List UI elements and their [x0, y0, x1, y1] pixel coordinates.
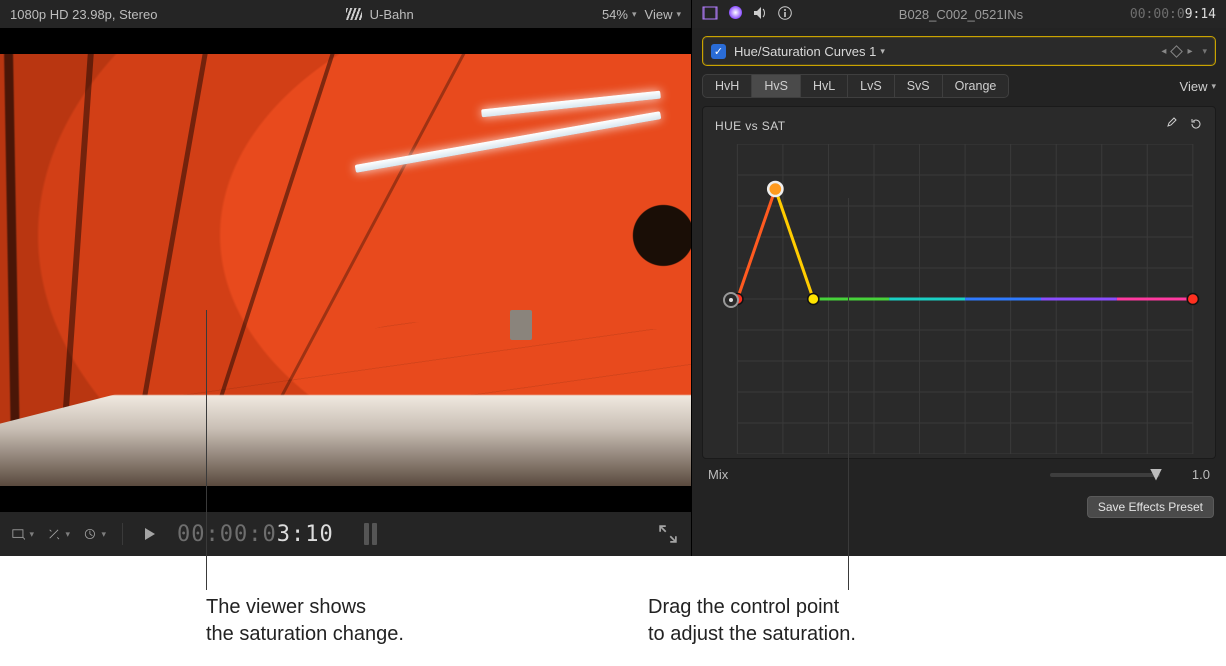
tab-lvs[interactable]: LvS	[848, 75, 895, 97]
info-inspector-icon[interactable]	[778, 6, 792, 23]
mix-slider[interactable]	[1050, 473, 1160, 477]
callout-right: Drag the control point to adjust the sat…	[648, 594, 856, 648]
clip-format: 1080p HD 23.98p, Stereo	[10, 7, 157, 22]
effect-enable-checkbox[interactable]: ✓	[711, 44, 726, 59]
play-icon	[145, 528, 155, 540]
callout-text: to adjust the saturation.	[648, 621, 856, 648]
inspector-header: B028_C002_0521INs 00:00:09:14	[692, 0, 1226, 28]
effect-name-label: Hue/Saturation Curves 1	[734, 44, 876, 59]
effect-header[interactable]: ✓ Hue/Saturation Curves 1 ▾ ◂ ▸ ▾	[702, 36, 1216, 66]
curve-title: HUE vs SAT	[715, 119, 785, 133]
tab-hvs[interactable]: HvS	[752, 75, 801, 97]
audio-inspector-icon[interactable]	[753, 6, 768, 23]
mix-row: Mix 1.0	[692, 459, 1226, 490]
curve-tab-row: HvH HvS HvL LvS SvS Orange View ▾	[692, 74, 1226, 104]
video-inspector-icon[interactable]	[702, 6, 718, 23]
chevron-down-icon: ▾	[676, 9, 681, 20]
timecode-active: 3:10	[277, 522, 334, 547]
divider	[122, 523, 123, 545]
timecode-dim: 00:00:0	[1130, 7, 1185, 22]
curve-view-dropdown[interactable]: View ▾	[1180, 79, 1216, 94]
viewer-footer: ▾ ▾ ▾ 00:00:03:10	[0, 512, 691, 556]
chevron-down-icon[interactable]: ▾	[1202, 46, 1207, 57]
fullscreen-button[interactable]	[657, 525, 679, 543]
axis-handle[interactable]	[723, 292, 739, 308]
callout-left: The viewer shows the saturation change.	[206, 594, 404, 648]
transform-tool-dropdown[interactable]: ▾	[12, 525, 34, 543]
keyframe-nav[interactable]: ◂ ▸ ▾	[1161, 46, 1207, 57]
callout-text: The viewer shows	[206, 594, 404, 621]
chevron-down-icon: ▾	[1211, 81, 1216, 92]
callout-leader	[848, 198, 849, 590]
tab-orange[interactable]: Orange	[943, 75, 1009, 97]
inspector-pane: B028_C002_0521INs 00:00:09:14 ✓ Hue/Satu…	[692, 0, 1226, 556]
mix-label: Mix	[708, 467, 728, 482]
play-button[interactable]	[139, 525, 161, 543]
mix-value: 1.0	[1170, 467, 1210, 482]
tab-hvh[interactable]: HvH	[703, 75, 752, 97]
tab-hvl[interactable]: HvL	[801, 75, 848, 97]
viewer-pane: 1080p HD 23.98p, Stereo U-Bahn 54% ▾ Vie…	[0, 0, 692, 556]
effect-name-dropdown[interactable]: Hue/Saturation Curves 1 ▾	[734, 44, 885, 59]
chevron-down-icon: ▾	[101, 529, 106, 540]
curve-graph[interactable]	[715, 144, 1203, 454]
eyedropper-icon[interactable]	[1163, 117, 1177, 134]
inspector-clip-name: B028_C002_0521INs	[802, 7, 1120, 22]
view-label: View	[645, 7, 673, 22]
callout-leader	[206, 310, 207, 590]
zoom-dropdown[interactable]: 54% ▾	[602, 7, 637, 22]
view-dropdown[interactable]: View ▾	[645, 7, 681, 22]
viewer-header: 1080p HD 23.98p, Stereo U-Bahn 54% ▾ Vie…	[0, 0, 691, 28]
chevron-down-icon: ▾	[880, 46, 885, 57]
next-keyframe-icon[interactable]: ▸	[1187, 46, 1192, 57]
tab-svs[interactable]: SvS	[895, 75, 943, 97]
curve-tabs: HvH HvS HvL LvS SvS Orange	[702, 74, 1009, 98]
color-inspector-icon[interactable]	[728, 5, 743, 23]
keyframe-diamond-icon[interactable]	[1171, 45, 1184, 58]
audio-meters-icon	[364, 523, 377, 545]
callout-text: the saturation change.	[206, 621, 404, 648]
view-label: View	[1180, 79, 1208, 94]
clip-title: U-Bahn	[370, 7, 414, 22]
viewer-canvas[interactable]	[0, 28, 691, 512]
app-window: 1080p HD 23.98p, Stereo U-Bahn 54% ▾ Vie…	[0, 0, 1226, 556]
clapperboard-icon	[346, 8, 362, 20]
enhance-tool-dropdown[interactable]: ▾	[48, 525, 70, 543]
timecode-dim: 00:00:0	[177, 522, 277, 547]
zoom-value: 54%	[602, 7, 628, 22]
prev-keyframe-icon[interactable]: ◂	[1161, 46, 1166, 57]
curve-panel: HUE vs SAT	[702, 106, 1216, 459]
inspector-timecode: 00:00:09:14	[1130, 7, 1216, 22]
retime-tool-dropdown[interactable]: ▾	[84, 525, 106, 543]
reset-icon[interactable]	[1189, 117, 1203, 134]
callout-text: Drag the control point	[648, 594, 856, 621]
chevron-down-icon: ▾	[65, 529, 70, 540]
preview-image	[0, 54, 691, 486]
chevron-down-icon: ▾	[632, 9, 637, 20]
viewer-timecode[interactable]: 00:00:03:10	[177, 522, 334, 547]
timecode-active: 9:14	[1185, 7, 1216, 22]
chevron-down-icon: ▾	[29, 529, 34, 540]
save-effects-preset-button[interactable]: Save Effects Preset	[1087, 496, 1214, 518]
